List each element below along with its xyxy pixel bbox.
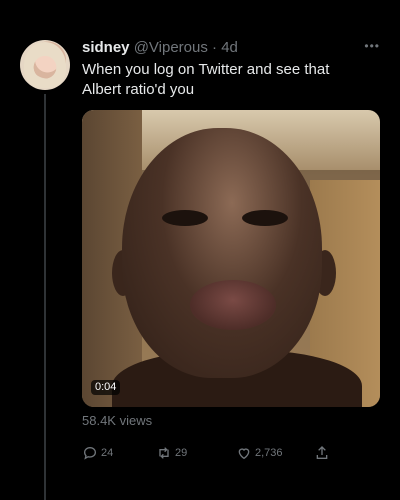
tweet-actions: 24 29 2,736 [82,443,342,463]
video-media[interactable]: 0:04 [82,110,380,407]
retweet-count: 29 [175,447,188,459]
share-button[interactable] [314,443,330,463]
tweet-text-line: Albert ratio'd you [82,81,195,98]
tweet-text-line: When you log on Twitter and see that [82,61,330,78]
tweet-header: sidney @Viperous · 4d [82,39,380,57]
reply-icon [83,446,97,460]
view-count: 58.4K views [82,413,153,428]
retweet-icon [159,447,169,459]
media-eye [242,210,288,226]
media-eye [162,210,208,226]
reply-button[interactable]: 24 [82,443,113,463]
media-head [122,128,322,378]
retweet-button[interactable]: 29 [156,443,187,463]
video-duration: 0:04 [91,380,121,395]
reply-count: 24 [101,447,114,459]
display-name[interactable]: sidney [82,39,130,56]
handle[interactable]: @Viperous [134,39,208,56]
more-icon[interactable]: ••• [364,40,380,52]
avatar[interactable] [20,40,70,90]
separator: · [212,39,218,56]
like-button[interactable]: 2,736 [236,443,283,463]
like-count: 2,736 [255,447,283,459]
tweet-text: When you log on Twitter and see that Alb… [82,60,362,100]
timestamp[interactable]: 4d [221,39,238,56]
share-icon [316,446,328,459]
media-mouth [190,280,276,330]
thread-line [44,94,46,500]
avatar-hair [24,42,66,88]
like-icon [238,448,250,460]
